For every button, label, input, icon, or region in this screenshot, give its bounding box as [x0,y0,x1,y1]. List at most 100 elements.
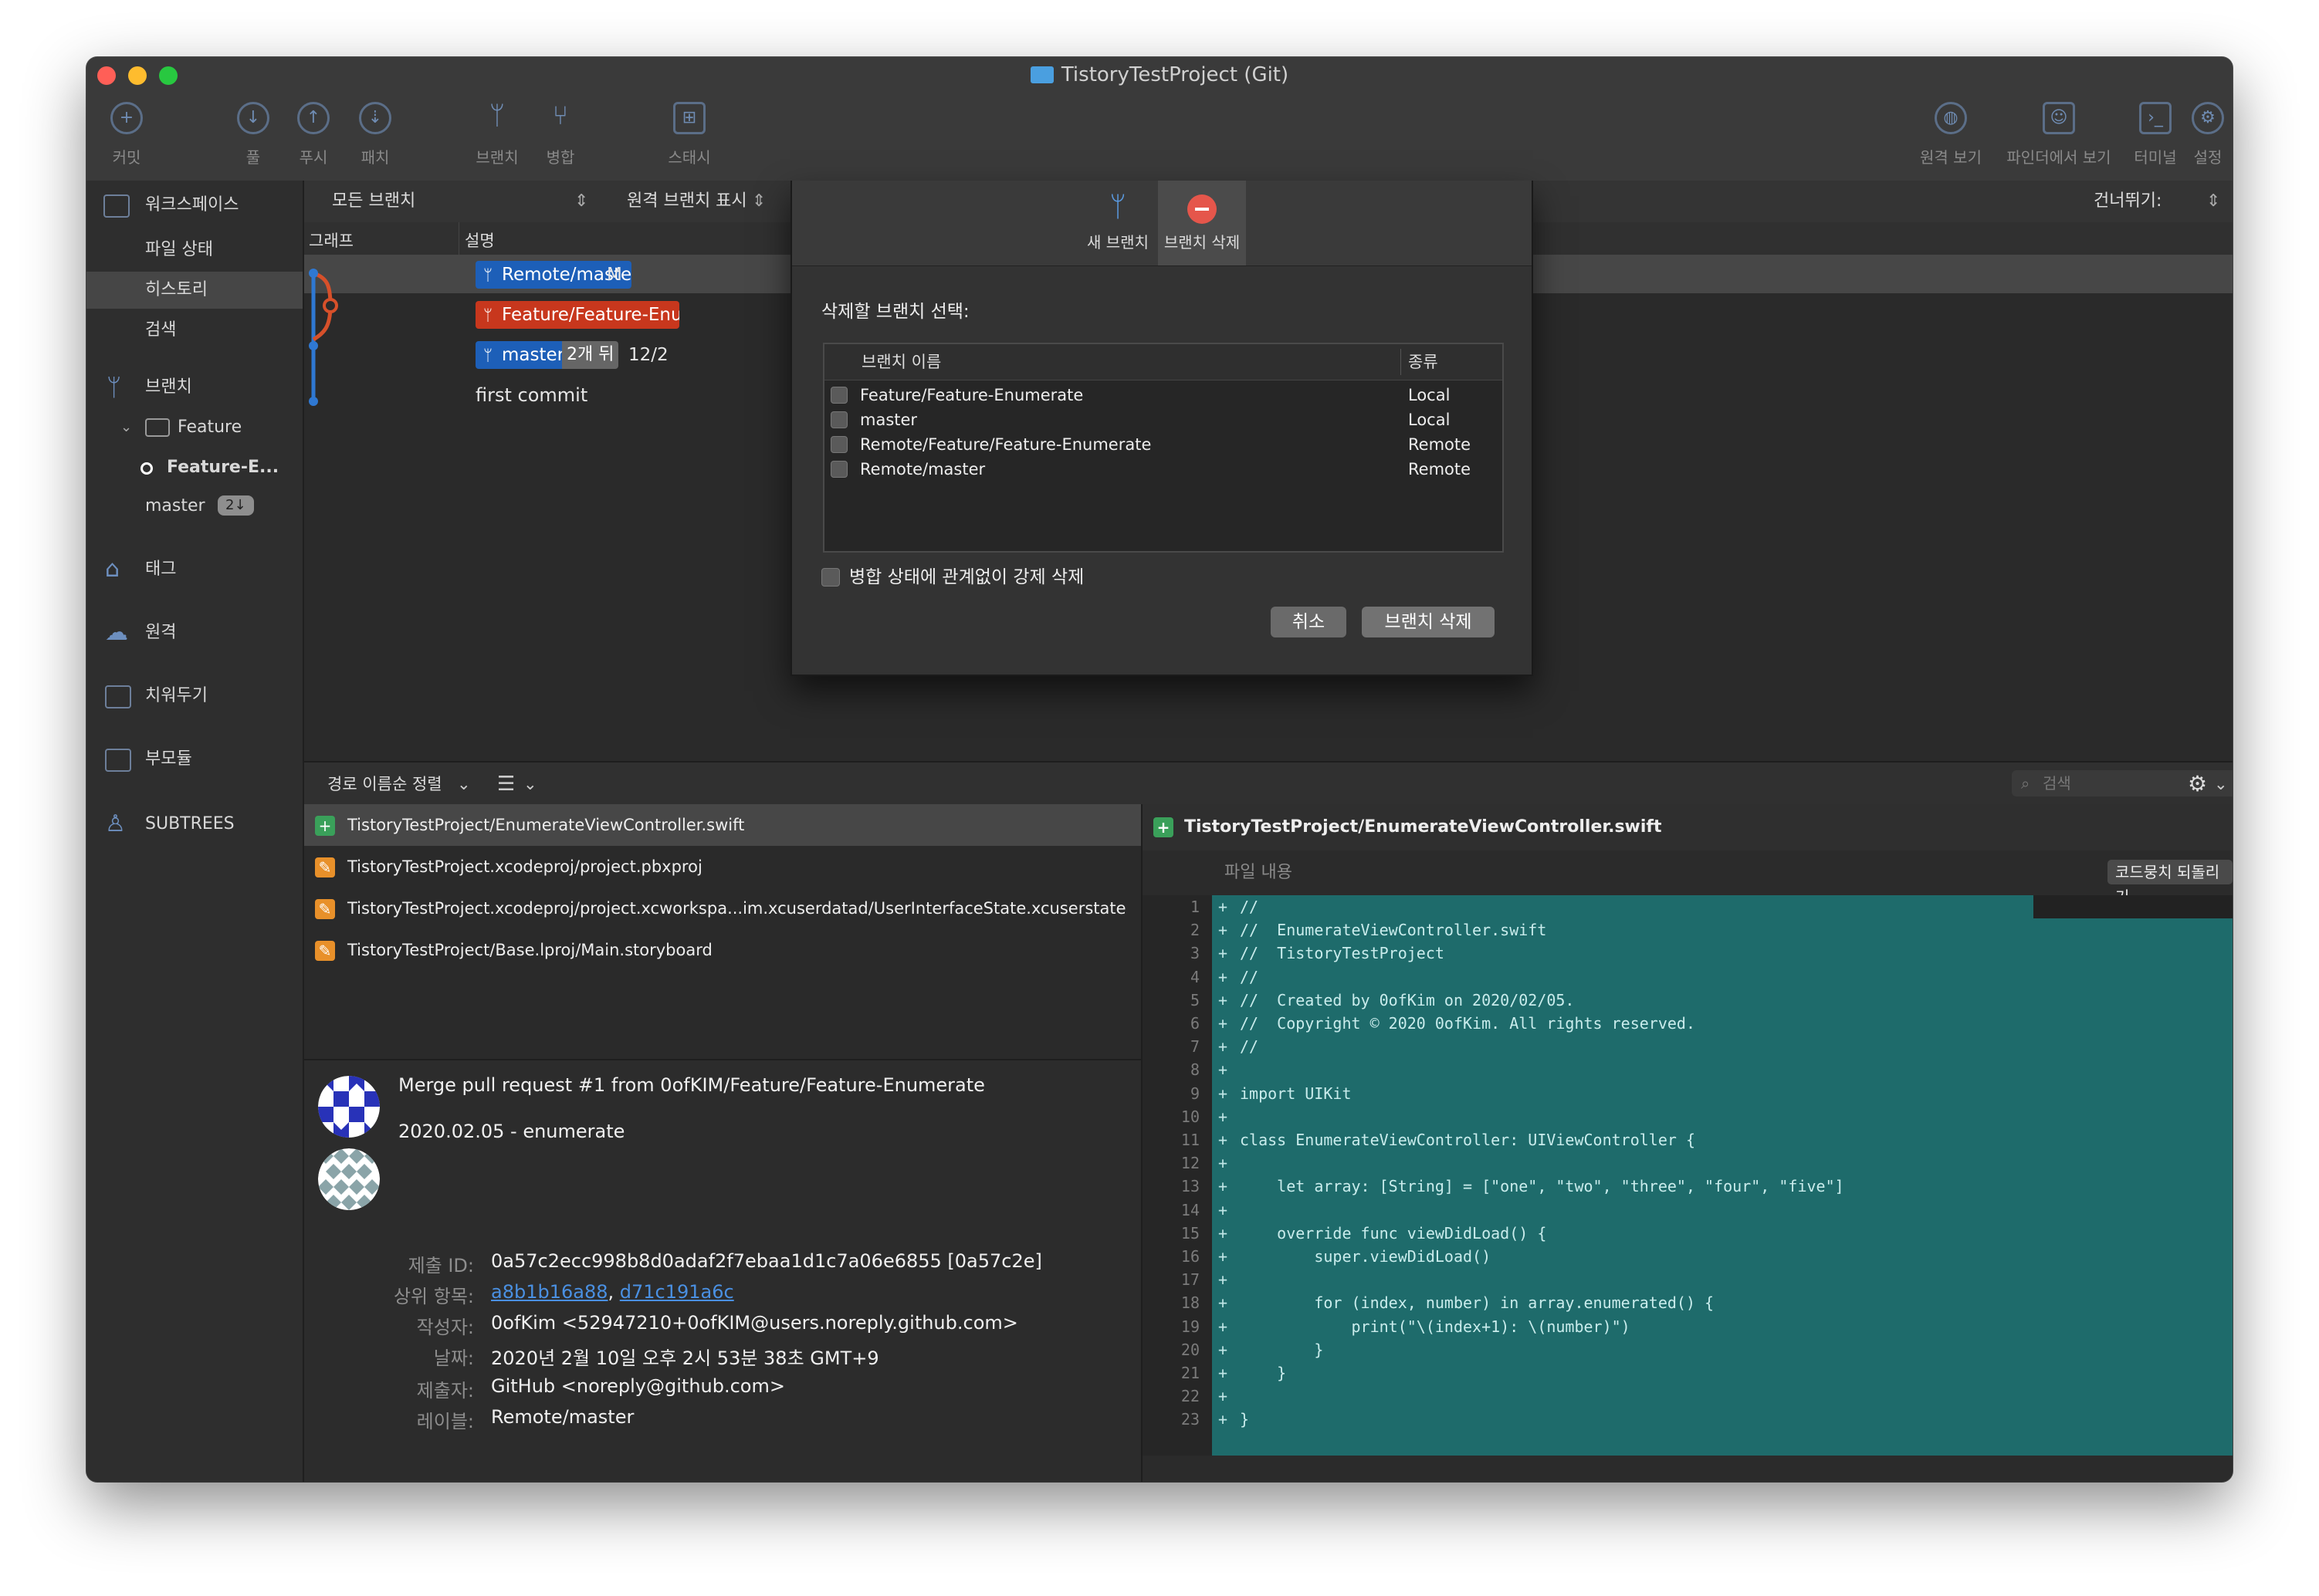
file-row[interactable]: + TistoryTestProject/EnumerateViewContro… [304,804,1141,846]
added-marker: + [1218,1177,1228,1196]
column-graph[interactable]: 그래프 [309,222,354,259]
line-text: import UIKit [1240,1084,1352,1103]
sidebar-remotes-header[interactable]: ☁ 원격 [86,614,303,651]
added-marker: + [1218,990,1228,1009]
branch-checkbox[interactable] [831,436,848,453]
fetch-button[interactable]: ⇣ 패치 [350,102,400,167]
merge-icon: ⑂ [552,100,569,131]
behind-count-badge: 2↓ [218,495,254,516]
diff-line: 16 + super.viewDidLoad() [1143,1245,2233,1268]
branch-row[interactable]: master Local [824,407,1502,432]
cancel-button[interactable]: 취소 [1271,607,1346,637]
file-row[interactable]: ✎ TistoryTestProject.xcodeproj/project.p… [304,846,1141,888]
sidebar-item-file-status[interactable]: 파일 상태 [86,232,303,269]
branch-row[interactable]: Feature/Feature-Enumerate Local [824,383,1502,407]
sidebar-branch-feature-enumerate[interactable]: Feature-E... [86,449,303,486]
line-number: 12 [1180,1154,1200,1173]
diff-line: 14 + [1143,1199,2233,1222]
line-text: class EnumerateViewController: UIViewCon… [1240,1131,1696,1149]
diff-line: 17 + [1143,1268,2233,1291]
file-row[interactable]: ✎ TistoryTestProject.xcodeproj/project.x… [304,888,1141,929]
added-marker: + [1218,1270,1228,1290]
jump-to-label[interactable]: 건너뛰기: [2094,181,2162,222]
terminal-button[interactable]: ›_ 터미널 [2124,102,2186,167]
show-in-finder-button[interactable]: ☺ 파인더에서 보기 [1993,102,2124,167]
remote-branches-toggle[interactable]: 원격 브랜치 표시 [627,181,747,222]
line-number: 15 [1180,1223,1200,1243]
added-marker: + [1218,944,1228,963]
app-window: TistoryTestProject (Git) + 커밋 ↓ 풀 ↑ 푸시 ⇣ 패치 … [86,57,2233,1482]
added-marker: + [1218,1364,1228,1382]
branch-row[interactable]: Remote/master Remote [824,457,1502,482]
diff-line: 6 + // Copyright © 2020 0ofKim. All rights… [1143,1012,2233,1035]
dialog-tab-bar: ᛘ 새 브랜치 브랜치 삭제 [792,181,1532,266]
diff-line: 3 + // TistoryTestProject [1143,942,2233,965]
push-button[interactable]: ↑ 푸시 [289,102,338,167]
line-number: 6 [1190,1014,1200,1033]
line-number: 22 [1180,1387,1200,1406]
arrow-down-icon: ↓ [237,102,269,134]
sidebar-branches-header[interactable]: ᛘ 브랜치 [86,369,303,406]
column-branch-name[interactable]: 브랜치 이름 [862,344,941,380]
column-description[interactable]: 설명 [465,222,495,259]
pull-button[interactable]: ↓ 풀 [229,102,278,167]
revert-hunk-button[interactable]: 코드뭉치 되돌리기 [2107,860,2233,906]
column-branch-type[interactable]: 종류 [1408,344,1438,380]
added-marker: + [1218,1317,1228,1336]
sidebar-folder-feature[interactable]: ⌄ Feature [86,409,303,446]
added-marker: + [1218,1060,1228,1080]
branch-row[interactable]: Remote/Feature/Feature-Enumerate Remote [824,432,1502,457]
subtree-icon: ♙ [105,810,126,837]
line-text: // TistoryTestProject [1240,944,1444,963]
line-number: 23 [1180,1410,1200,1429]
parent-link[interactable]: a8b1b16a88 [491,1281,608,1303]
sidebar-item-history[interactable]: 히스토리 [86,272,303,309]
window-title: TistoryTestProject (Git) [86,63,2233,86]
merge-button[interactable]: ⑂ 병합 [530,102,591,167]
line-number: 9 [1190,1084,1200,1103]
added-marker: + [1218,1410,1228,1429]
line-text: // [1240,1037,1259,1057]
settings-button[interactable]: ⚙ 설정 [2183,102,2233,167]
delete-branch-button[interactable]: 브랜치 삭제 [1362,607,1495,637]
gear-icon[interactable]: ⚙ [2188,762,2207,806]
sort-select[interactable]: 경로 이름순 정렬 [327,762,442,806]
sidebar-submodules-header[interactable]: 부모듈 [86,741,303,778]
added-marker: + [1218,1200,1228,1219]
sidebar-item-search[interactable]: 검색 [86,312,303,349]
fetch-icon: ⇣ [359,102,391,134]
author-avatar [318,1076,380,1138]
stash-button[interactable]: ⊞ 스태시 [655,102,724,167]
line-number: 19 [1180,1317,1200,1336]
chevron-down-icon: ⌄ [523,775,537,793]
commit-button[interactable]: + 커밋 [102,102,151,167]
file-row[interactable]: ✎ TistoryTestProject/Base.lproj/Main.sto… [304,929,1141,971]
line-text: override func viewDidLoad() { [1240,1223,1547,1243]
branch-checkbox[interactable] [831,387,848,404]
plus-icon: + [110,102,143,134]
force-delete-checkbox[interactable] [821,568,840,587]
sidebar-tags-header[interactable]: ⌂ 태그 [86,551,303,588]
added-file-icon: + [315,816,335,836]
remote-view-button[interactable]: ◍ 원격 보기 [1908,102,1993,167]
line-number: 3 [1190,944,1200,963]
line-number: 18 [1180,1293,1200,1313]
diff-line: 11 + class EnumerateViewController: UIView… [1143,1128,2233,1151]
line-text: // EnumerateViewController.swift [1240,921,1547,940]
branch-scope-select[interactable]: 모든 브랜치 [332,181,415,222]
branch-button[interactable]: ᛘ 브랜치 [466,102,528,167]
sidebar-subtrees-header[interactable]: ♙ SUBTREES [86,806,303,843]
branch-checkbox[interactable] [831,411,848,428]
sidebar-branch-master[interactable]: master 2↓ [86,488,303,525]
parent-link[interactable]: d71c191a6c [620,1281,734,1303]
tab-new-branch[interactable]: ᛘ 새 브랜치 [1071,181,1164,265]
tab-delete-branch[interactable]: 브랜치 삭제 [1158,181,1246,265]
diff-line: 19 + print("\(index+1): \(number)") [1143,1315,2233,1338]
diff-line: 13 + let array: [String] = ["one", "two",… [1143,1175,2233,1198]
sidebar-stashes-header[interactable]: 치워두기 [86,678,303,715]
added-marker: + [1218,1154,1228,1173]
list-view-icon[interactable]: ☰ [497,762,515,806]
diff-line: 7 + // [1143,1035,2233,1058]
diff-line: 15 + override func viewDidLoad() { [1143,1222,2233,1245]
branch-checkbox[interactable] [831,461,848,478]
